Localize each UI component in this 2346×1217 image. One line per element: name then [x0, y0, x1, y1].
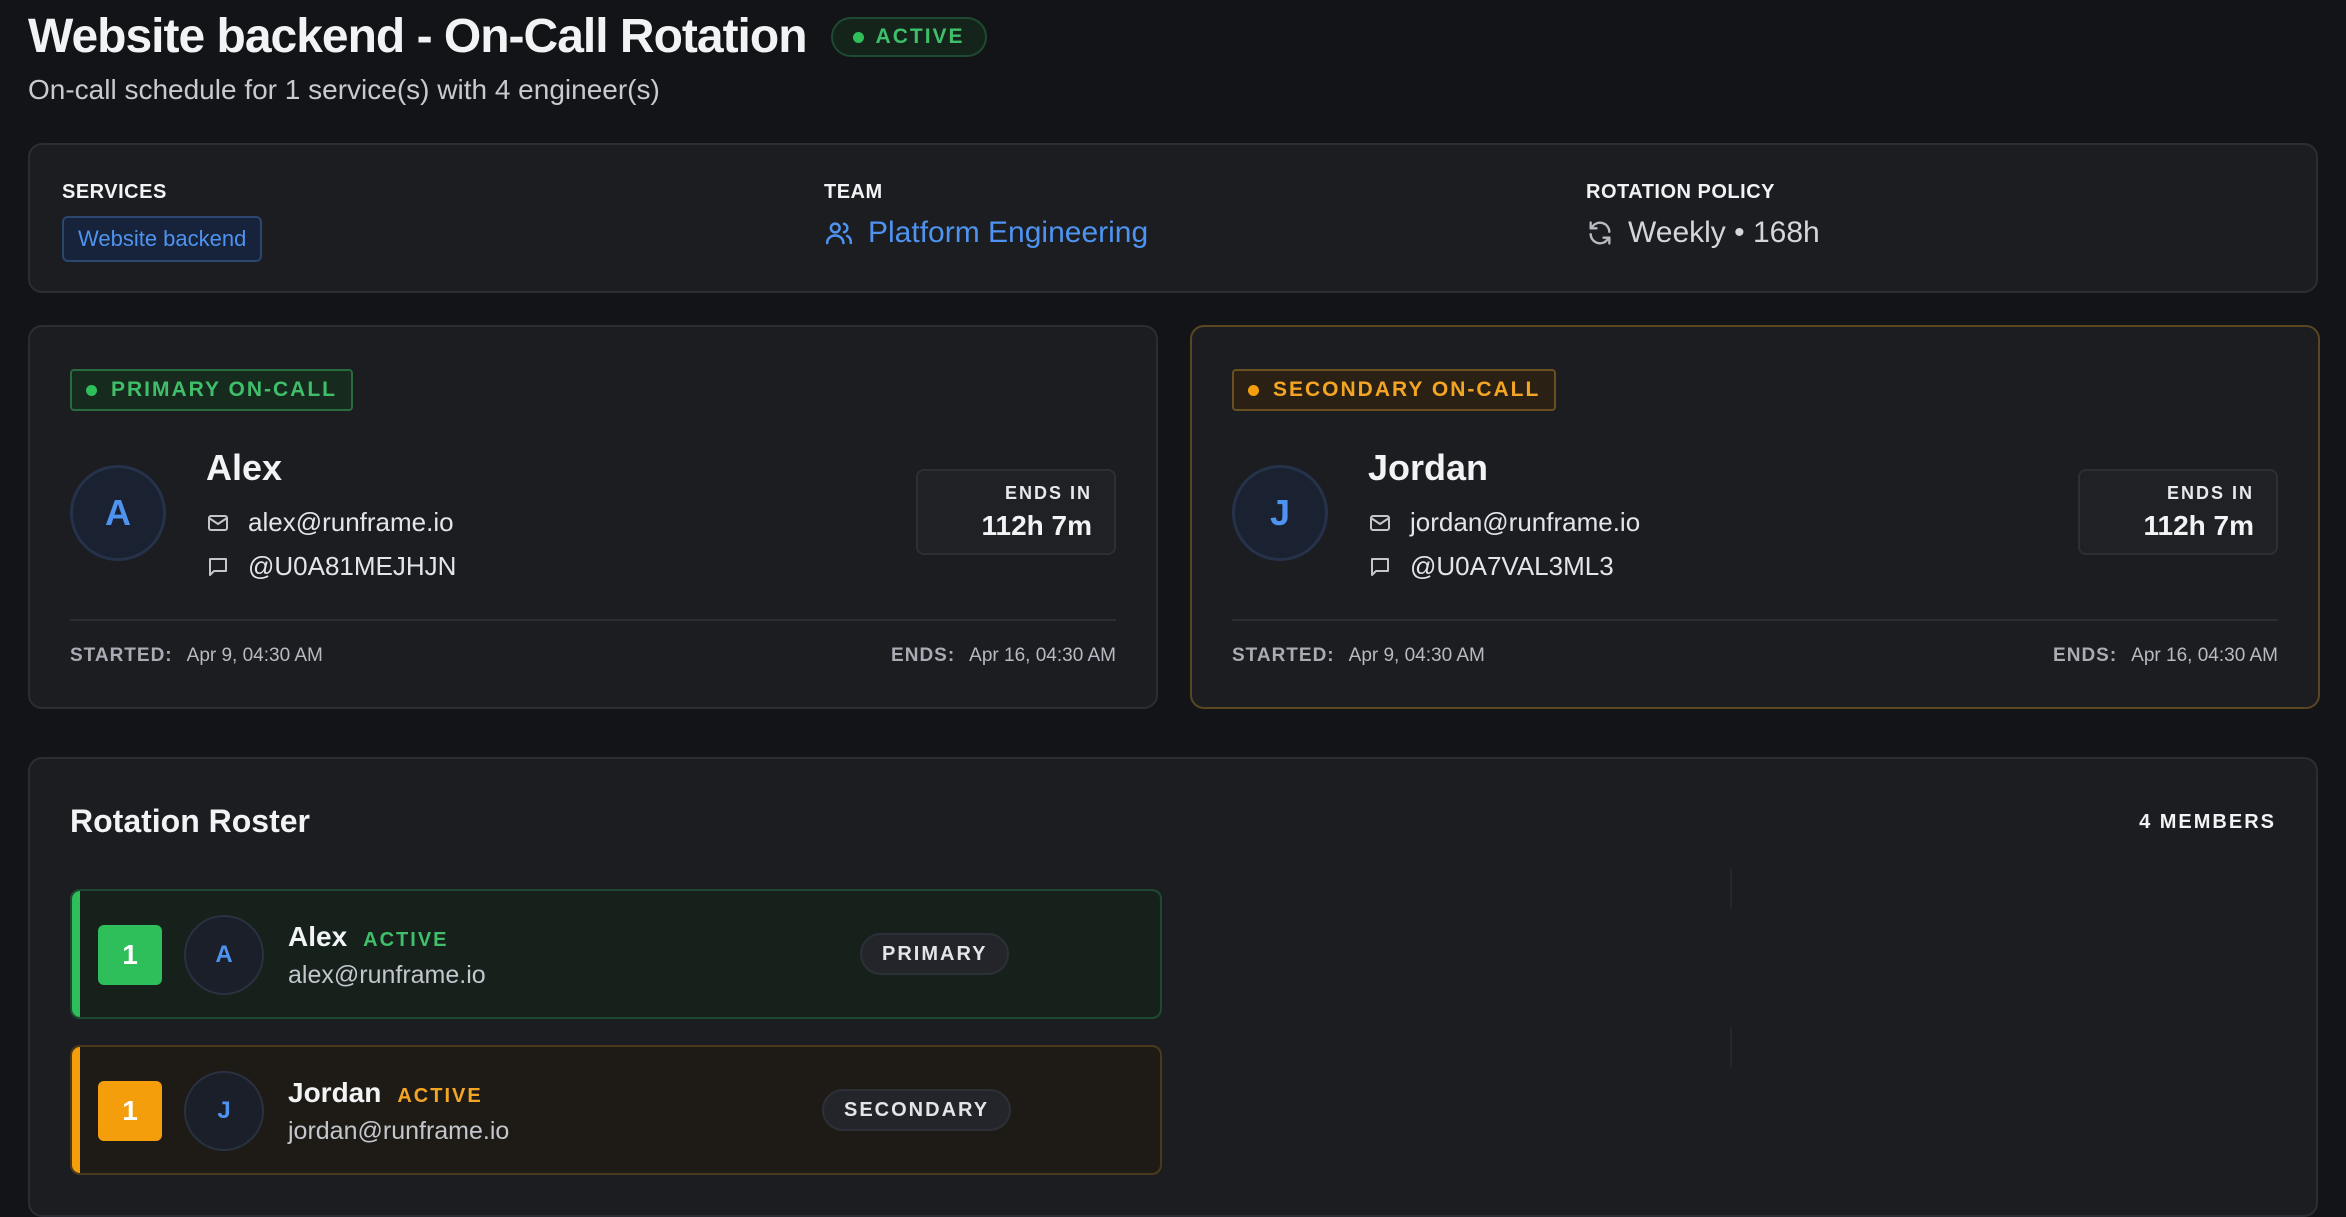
ends-in-value: 112h 7m	[2143, 510, 2254, 541]
team-link[interactable]: Platform Engineering	[824, 216, 1148, 250]
services-section: SERVICES Website backend	[62, 181, 263, 262]
started-label: STARTED:	[1232, 645, 1335, 666]
secondary-oncall-card: SECONDARY ON-CALL J Jordan jordan@runfra…	[1190, 325, 2320, 709]
page-header: Website backend - On-Call Rotation ACTIV…	[28, 8, 987, 106]
row-accent	[72, 1047, 80, 1173]
primary-oncall-card: PRIMARY ON-CALL A Alex alex@runframe.io …	[28, 325, 1158, 709]
secondary-ends-in: ENDS IN 112h 7m	[2078, 469, 2278, 555]
members-count: 4 MEMBERS	[2139, 811, 2276, 833]
status-text: ACTIVE	[875, 25, 965, 48]
users-icon	[824, 218, 854, 248]
primary-started: STARTED: Apr 9, 04:30 AM	[70, 645, 323, 667]
member-name-row: Alex ACTIVE	[288, 921, 449, 953]
secondary-email: jordan@runframe.io	[1410, 507, 1641, 537]
rotation-roster-card: Rotation Roster 4 MEMBERS 1 A Alex ACTIV…	[28, 757, 2318, 1217]
policy-section: ROTATION POLICY Weekly • 168h	[1586, 181, 1820, 250]
started-label: STARTED:	[70, 645, 173, 666]
secondary-slack: @U0A7VAL3ML3	[1410, 551, 1614, 581]
ends-value: Apr 16, 04:30 AM	[2131, 645, 2278, 666]
primary-name: Alex	[206, 447, 283, 488]
avatar: J	[184, 1071, 264, 1151]
member-name: Alex	[288, 921, 348, 952]
secondary-role-label: SECONDARY ON-CALL	[1273, 378, 1541, 401]
team-name: Platform Engineering	[868, 216, 1149, 249]
primary-role-label: PRIMARY ON-CALL	[111, 378, 337, 401]
secondary-started: STARTED: Apr 9, 04:30 AM	[1232, 645, 1485, 667]
role-tag: SECONDARY	[822, 1089, 1012, 1131]
page-subtitle: On-call schedule for 1 service(s) with 4…	[28, 74, 660, 105]
primary-dot	[86, 384, 97, 396]
started-value: Apr 9, 04:30 AM	[1348, 645, 1485, 666]
page-title: Website backend - On-Call Rotation	[28, 10, 808, 63]
ends-value: Apr 16, 04:30 AM	[969, 645, 1116, 666]
member-name-row: Jordan ACTIVE	[288, 1077, 483, 1109]
ends-in-label: ENDS IN	[2166, 483, 2254, 503]
secondary-dot	[1248, 384, 1259, 396]
divider	[1232, 619, 2278, 621]
status-badge: ACTIVE	[830, 17, 987, 57]
secondary-role-badge: SECONDARY ON-CALL	[1232, 369, 1557, 411]
mail-icon	[1368, 511, 1392, 535]
list-item[interactable]: 1 A Alex ACTIVE alex@runframe.io PRIMARY	[70, 889, 1162, 1019]
list-item[interactable]: 1 J Jordan ACTIVE jordan@runframe.io SEC…	[70, 1045, 1162, 1175]
services-label: SERVICES	[62, 181, 167, 203]
chat-icon	[1368, 555, 1392, 579]
secondary-ends: ENDS: Apr 16, 04:30 AM	[2053, 645, 2278, 667]
roster-divider	[1730, 1027, 1732, 1067]
primary-email: alex@runframe.io	[248, 507, 454, 537]
title-row: Website backend - On-Call Rotation ACTIV…	[28, 8, 987, 66]
secondary-slack-row[interactable]: @U0A7VAL3ML3	[1368, 551, 1614, 582]
started-value: Apr 9, 04:30 AM	[186, 645, 323, 666]
primary-role-badge: PRIMARY ON-CALL	[70, 369, 353, 411]
role-tag: PRIMARY	[860, 933, 1010, 975]
member-email: jordan@runframe.io	[288, 1117, 510, 1145]
roster-title: Rotation Roster	[70, 803, 310, 839]
avatar: A	[70, 465, 166, 561]
policy-row: Weekly • 168h	[1586, 216, 1820, 250]
divider	[70, 619, 1116, 621]
primary-email-row[interactable]: alex@runframe.io	[206, 507, 454, 538]
rotation-info-card: SERVICES Website backend TEAM Platform E…	[28, 143, 2318, 293]
team-label: TEAM	[824, 181, 883, 203]
secondary-name: Jordan	[1368, 447, 1489, 488]
status-dot	[852, 31, 864, 43]
ends-label: ENDS:	[2053, 645, 2118, 666]
policy-value: Weekly • 168h	[1628, 216, 1820, 249]
primary-slack-row[interactable]: @U0A81MEJHJN	[206, 551, 456, 582]
policy-label: ROTATION POLICY	[1586, 181, 1775, 203]
primary-ends: ENDS: Apr 16, 04:30 AM	[891, 645, 1116, 667]
avatar: J	[1232, 465, 1328, 561]
row-accent	[72, 891, 80, 1017]
chat-icon	[206, 555, 230, 579]
avatar: A	[184, 915, 264, 995]
primary-slack: @U0A81MEJHJN	[248, 551, 457, 581]
order-badge: 1	[98, 1081, 162, 1141]
member-name: Jordan	[288, 1077, 382, 1108]
member-status: ACTIVE	[397, 1085, 483, 1107]
order-badge: 1	[98, 925, 162, 985]
mail-icon	[206, 511, 230, 535]
primary-ends-in: ENDS IN 112h 7m	[916, 469, 1116, 555]
member-email: alex@runframe.io	[288, 961, 486, 989]
refresh-icon	[1586, 219, 1614, 247]
secondary-email-row[interactable]: jordan@runframe.io	[1368, 507, 1640, 538]
ends-in-label: ENDS IN	[1004, 483, 1092, 503]
ends-label: ENDS:	[891, 645, 956, 666]
service-chip[interactable]: Website backend	[62, 216, 263, 262]
roster-divider	[1730, 869, 1732, 909]
ends-in-value: 112h 7m	[981, 510, 1092, 541]
member-status: ACTIVE	[363, 929, 449, 951]
team-section: TEAM Platform Engineering	[824, 181, 1148, 250]
